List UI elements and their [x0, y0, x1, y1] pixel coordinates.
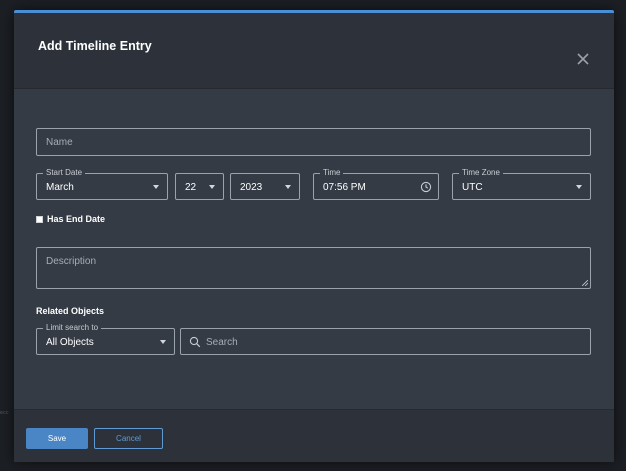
- search-icon: [189, 336, 201, 348]
- close-icon: [577, 53, 589, 65]
- has-end-date-label: Has End Date: [47, 214, 106, 224]
- has-end-date-checkbox[interactable]: [36, 216, 43, 223]
- start-date-year-value: 2023: [240, 182, 263, 193]
- start-date-month-select[interactable]: Start Date March: [36, 168, 168, 200]
- limit-search-label: Limit search to: [43, 323, 102, 333]
- name-placeholder: Name: [46, 137, 73, 148]
- add-timeline-entry-modal: Add Timeline Entry Name Start Date March…: [14, 10, 614, 462]
- modal-title: Add Timeline Entry: [38, 39, 152, 53]
- start-date-year-select[interactable]: 2023: [230, 173, 300, 200]
- related-objects-heading: Related Objects: [36, 306, 105, 316]
- start-date-label: Start Date: [43, 168, 86, 178]
- chevron-down-icon: [576, 185, 582, 189]
- chevron-down-icon: [153, 185, 159, 189]
- clock-icon[interactable]: [420, 181, 432, 193]
- save-button[interactable]: Save: [26, 428, 88, 449]
- time-zone-select[interactable]: Time Zone UTC: [452, 168, 591, 200]
- modal-body: Name Start Date March 22 2023 Time 07:56…: [14, 89, 614, 409]
- time-value: 07:56 PM: [323, 182, 366, 193]
- limit-search-select[interactable]: Limit search to All Objects: [36, 323, 175, 355]
- start-date-day-select[interactable]: 22: [175, 173, 224, 200]
- name-field[interactable]: Name: [36, 128, 591, 156]
- limit-search-value: All Objects: [46, 337, 94, 348]
- modal-footer: Save Cancel: [14, 409, 614, 462]
- search-placeholder: Search: [206, 337, 238, 348]
- time-label: Time: [320, 168, 344, 178]
- search-input[interactable]: Search: [180, 328, 591, 355]
- start-date-day-value: 22: [185, 182, 197, 193]
- chevron-down-icon: [285, 185, 291, 189]
- description-placeholder: Description: [46, 256, 97, 267]
- time-field[interactable]: Time 07:56 PM: [313, 168, 439, 200]
- time-zone-value: UTC: [462, 182, 483, 193]
- chevron-down-icon: [160, 340, 166, 344]
- chevron-down-icon: [209, 185, 215, 189]
- cancel-button[interactable]: Cancel: [94, 428, 163, 449]
- start-date-month-value: March: [46, 182, 74, 193]
- resize-handle-icon[interactable]: [582, 280, 588, 286]
- close-button[interactable]: [574, 50, 592, 68]
- time-zone-label: Time Zone: [459, 168, 503, 178]
- modal-header: Add Timeline Entry: [14, 13, 614, 89]
- description-textarea[interactable]: Description: [36, 247, 591, 289]
- backdrop-edge-text: ecc: [0, 410, 9, 416]
